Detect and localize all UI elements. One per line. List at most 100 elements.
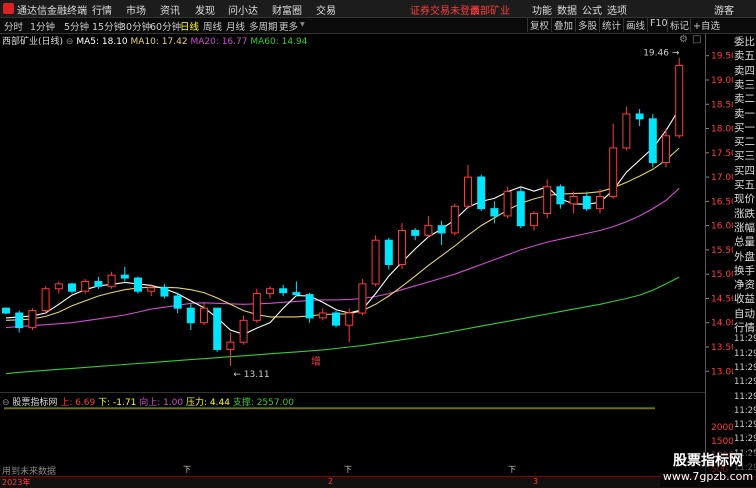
- stats-button[interactable]: 统计: [599, 18, 623, 32]
- candle[interactable]: [582, 191, 591, 212]
- candle[interactable]: [54, 281, 63, 294]
- candle[interactable]: [556, 184, 565, 209]
- period-intraday[interactable]: 分时: [4, 19, 23, 33]
- side-panel-item[interactable]: 11:29: [734, 406, 756, 416]
- candle[interactable]: [173, 292, 182, 314]
- menu-function[interactable]: 功能: [532, 2, 552, 17]
- candle[interactable]: [239, 315, 248, 345]
- candle[interactable]: [266, 286, 274, 299]
- side-panel-item[interactable]: 买五: [734, 177, 755, 192]
- candle[interactable]: [635, 109, 644, 127]
- candle[interactable]: [569, 191, 578, 214]
- side-panel-item[interactable]: 11:29: [734, 420, 756, 430]
- side-panel-item[interactable]: 收益: [734, 291, 755, 306]
- side-panel-item[interactable]: 卖五: [734, 48, 755, 63]
- period-monthly[interactable]: 月线: [226, 19, 245, 33]
- period-multi[interactable]: 多周期: [249, 19, 278, 33]
- candle[interactable]: [213, 307, 222, 352]
- mark-button[interactable]: 标记: [667, 18, 691, 32]
- candle[interactable]: [398, 223, 406, 270]
- period-5min[interactable]: 5分钟: [64, 19, 89, 33]
- candle[interactable]: [609, 123, 618, 199]
- candle[interactable]: [477, 174, 486, 212]
- candle[interactable]: [120, 266, 129, 282]
- candle[interactable]: [345, 308, 354, 343]
- side-panel-item[interactable]: 买四: [734, 163, 755, 178]
- adjust-button[interactable]: 复权: [527, 18, 551, 32]
- candle[interactable]: [675, 57, 684, 139]
- candle[interactable]: [2, 307, 10, 314]
- side-panel-item[interactable]: 11:29: [734, 434, 756, 444]
- candle[interactable]: [186, 303, 195, 331]
- candle[interactable]: [226, 332, 235, 366]
- side-panel-item[interactable]: 买三: [734, 148, 755, 163]
- candle[interactable]: [464, 164, 472, 209]
- menu-formula[interactable]: 公式: [582, 2, 602, 17]
- candle[interactable]: [160, 283, 169, 299]
- menu-trade[interactable]: 交易: [316, 2, 336, 17]
- candle[interactable]: [134, 276, 142, 294]
- candle[interactable]: [358, 279, 367, 316]
- menu-discover[interactable]: 发现: [195, 2, 215, 17]
- candle[interactable]: [41, 286, 50, 314]
- candle[interactable]: [292, 281, 301, 297]
- maximize-icon[interactable]: □: [692, 34, 701, 45]
- candle[interactable]: [107, 271, 116, 289]
- guest-label[interactable]: 游客: [714, 2, 734, 17]
- side-panel-item[interactable]: 买二: [734, 134, 755, 149]
- candle[interactable]: [15, 310, 24, 333]
- side-panel-item[interactable]: 卖三: [734, 77, 755, 92]
- candle[interactable]: [81, 279, 90, 294]
- candle[interactable]: [305, 292, 314, 323]
- candle[interactable]: [252, 288, 261, 323]
- menu-market[interactable]: 市场: [126, 2, 146, 17]
- candle[interactable]: [371, 235, 380, 287]
- side-panel-item[interactable]: 总量: [734, 234, 755, 249]
- candle[interactable]: [318, 308, 327, 321]
- period-weekly[interactable]: 周线: [203, 19, 222, 33]
- candle[interactable]: [516, 187, 525, 229]
- draw-button[interactable]: 画线: [623, 18, 647, 32]
- candle[interactable]: [503, 186, 512, 219]
- side-panel-item[interactable]: 外盘: [734, 249, 755, 264]
- side-panel-item[interactable]: 换手: [734, 263, 755, 278]
- menu-quotes[interactable]: 行情: [92, 2, 112, 17]
- settings-icon[interactable]: ⚙: [679, 34, 688, 45]
- side-panel-item[interactable]: 自动: [734, 306, 755, 321]
- candle[interactable]: [543, 179, 552, 219]
- candle[interactable]: [332, 310, 340, 328]
- indicator-toggle-icon[interactable]: ⊖: [0, 398, 10, 408]
- period-60min[interactable]: 60分钟: [150, 19, 181, 33]
- side-panel-item[interactable]: 11:29: [734, 349, 756, 359]
- side-panel-item[interactable]: 净资: [734, 277, 755, 292]
- candle[interactable]: [68, 282, 76, 294]
- candle[interactable]: [648, 113, 657, 168]
- period-30min[interactable]: 30分钟: [120, 19, 151, 33]
- period-1min[interactable]: 1分钟: [30, 19, 55, 33]
- side-panel-item[interactable]: 卖一: [734, 106, 755, 121]
- side-panel-item[interactable]: 11:29: [734, 377, 756, 387]
- overlay-button[interactable]: 叠加: [551, 18, 575, 32]
- add-watchlist-button[interactable]: +自选: [690, 18, 722, 32]
- menu-options[interactable]: 选项: [607, 2, 627, 17]
- candle[interactable]: [530, 211, 538, 231]
- candle[interactable]: [28, 308, 37, 331]
- legend-toggle-icon[interactable]: ⊖: [66, 37, 74, 47]
- side-panel-item[interactable]: 卖二: [734, 91, 755, 106]
- menu-assistant[interactable]: 问小达: [228, 2, 258, 17]
- candle[interactable]: [384, 237, 393, 270]
- candle[interactable]: [450, 203, 459, 236]
- side-panel-item[interactable]: 卖四: [734, 63, 755, 78]
- side-panel-item[interactable]: 11:29: [734, 334, 756, 344]
- candle[interactable]: [622, 106, 631, 151]
- period-15min[interactable]: 15分钟: [92, 19, 123, 33]
- period-more[interactable]: 更多: [279, 19, 298, 33]
- multi-stock-button[interactable]: 多股: [575, 18, 599, 32]
- candle[interactable]: [424, 215, 433, 238]
- side-panel-item[interactable]: 委比: [734, 34, 755, 49]
- menu-data[interactable]: 数据: [557, 2, 577, 17]
- more-chevron-icon[interactable]: ▾: [300, 19, 305, 30]
- menu-wealth[interactable]: 财富圈: [272, 2, 302, 17]
- menu-news[interactable]: 资讯: [160, 2, 180, 17]
- side-panel-item[interactable]: 现价: [734, 191, 755, 206]
